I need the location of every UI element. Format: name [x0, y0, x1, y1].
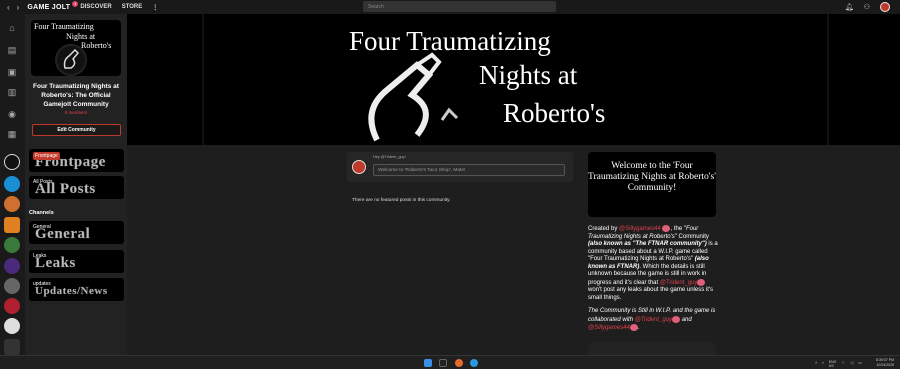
mention-sillygames[interactable]: @Sillygames44 [619, 226, 661, 232]
channel-label-all-posts: All Posts [33, 179, 53, 185]
community-name: Four Traumatizing Nights at Roberto's: T… [33, 83, 119, 108]
tray-lang[interactable]: ENG US [829, 360, 837, 368]
community-avatar [55, 44, 87, 76]
search-input[interactable]: Search [363, 1, 556, 12]
community-banner: Four Traumatizing Nights at Roberto's [127, 14, 900, 145]
channel-all-posts[interactable]: All Posts All Posts [29, 176, 124, 199]
desc-text: and [680, 316, 692, 323]
gamejolt-app-icon[interactable] [439, 359, 447, 367]
sidebar-card-stub [588, 342, 716, 355]
desc-text: . [637, 325, 640, 332]
notification-badge: 1 [72, 0, 79, 7]
welcome-card: Welcome to the 'Four Traumatizing Nights… [588, 152, 716, 217]
thumb-title-line1: Four Traumatizing [34, 22, 94, 31]
store-icon[interactable]: ▤ [6, 44, 18, 56]
channel-label-general: General [33, 224, 51, 230]
bell-icon[interactable]: 🔔︎ [845, 3, 854, 11]
community-icon-2[interactable] [4, 176, 20, 192]
user-badge-icon [697, 278, 706, 286]
edge-icon[interactable] [470, 359, 478, 367]
channel-updates[interactable]: Updates/News updates [29, 278, 124, 301]
user-badge-icon [629, 324, 638, 332]
community-sidebar: Four Traumatizing Nights at Roberto's Fo… [25, 14, 127, 355]
clock[interactable]: 8:39:07 PM 10/24/2025 [876, 358, 894, 368]
user-avatar[interactable] [880, 2, 890, 12]
gamejolt-logo[interactable]: GAME JOLT 1 [27, 0, 79, 11]
channels-heading: Channels [29, 210, 54, 216]
left-rail: ⌂ ▤ ▣ ▥ ◉ ▦ [0, 14, 25, 355]
quests-icon[interactable]: ▥ [6, 86, 18, 98]
windows-start-icon[interactable] [424, 359, 432, 367]
community-icon-10[interactable] [4, 339, 20, 355]
channel-frontpage[interactable]: Frontpage Frontpage [29, 149, 124, 172]
community-icon-9[interactable] [4, 318, 20, 334]
tray-app-icon[interactable]: ▪ [822, 360, 823, 368]
channel-general[interactable]: General General [29, 221, 124, 244]
community-icon-7[interactable] [4, 278, 20, 294]
no-featured-posts: There are no featured posts in this comm… [352, 198, 451, 203]
nav-discover[interactable]: DISCOVER [80, 4, 111, 10]
friends-icon[interactable]: ⚇ [864, 3, 870, 11]
user-badge-icon [672, 315, 681, 323]
desc-aka: (also known as "The FTNAR community") [588, 241, 707, 248]
clock-date: 10/24/2025 [876, 363, 894, 367]
news-icon[interactable]: ▦ [6, 128, 18, 140]
desc-text: Created by [588, 226, 620, 233]
mention-sillygames[interactable]: @Sillygames44 [588, 325, 630, 331]
home-icon[interactable]: ⌂ [6, 22, 18, 34]
banner-hand-art [368, 52, 459, 142]
channel-label-updates: updates [33, 281, 51, 287]
community-icon-4[interactable] [4, 217, 20, 233]
desc-text: won't post any leaks about the game unle… [588, 287, 714, 301]
mention-trident[interactable]: @Trident_guy [660, 280, 698, 286]
banner-title-line2: Nights at [479, 60, 578, 90]
library-icon[interactable]: ▣ [6, 66, 18, 78]
desc-text: " Community [674, 233, 709, 240]
top-navbar: ‹ › GAME JOLT 1 DISCOVER STORE ⋮ Search 🔔… [0, 0, 900, 14]
banner-edge-left [202, 14, 204, 145]
volume-icon[interactable]: ◁ [850, 360, 853, 368]
channel-leaks[interactable]: Leaks Leaks [29, 250, 124, 273]
community-icon-3[interactable] [4, 196, 20, 212]
community-members[interactable]: 9 members [29, 110, 123, 115]
tray-chevron-icon[interactable]: ˄ [815, 360, 817, 368]
community-icon-8[interactable] [4, 298, 20, 314]
back-icon[interactable]: ‹ [7, 3, 10, 12]
tray-region-text: US [828, 364, 834, 368]
composer-avatar [352, 160, 366, 174]
thumb-title-line3: Roberto's [81, 41, 112, 50]
trophies-icon[interactable]: ◉ [6, 108, 18, 120]
community-icon-ftnar[interactable] [4, 154, 20, 170]
battery-icon[interactable]: ▭ [858, 360, 862, 368]
nav-store[interactable]: STORE [122, 4, 143, 10]
desc-text: , the " [670, 226, 686, 233]
community-icon-5[interactable] [4, 237, 20, 253]
os-taskbar: ˄ ▪ ENG US ⌔ ◁ ▭ 8:39:07 PM 10/24/2025 [0, 355, 900, 369]
thumb-title-line2: Nights at [66, 32, 96, 41]
banner-title-line3: Roberto's [503, 98, 606, 128]
forward-icon[interactable]: › [17, 3, 20, 12]
community-description: Created by @Sillygames44 , the "Four Tra… [588, 225, 718, 333]
community-icon-6[interactable] [4, 258, 20, 274]
channel-label-leaks: Leaks [33, 253, 47, 259]
wifi-icon[interactable]: ⌔ [841, 360, 845, 368]
channel-label-frontpage: Frontpage [33, 152, 60, 160]
edit-community-button[interactable]: Edit Community [32, 124, 121, 136]
banner-edge-right [827, 14, 829, 145]
more-menu-icon[interactable]: ⋮ [152, 4, 158, 11]
firefox-icon[interactable] [455, 359, 463, 367]
mention-trident[interactable]: @Trident_guy [635, 317, 672, 323]
post-input[interactable]: Welcome to 'Roberto's Taco Shop', Mate! [373, 164, 565, 176]
post-composer: Hey @Trident_guy! Welcome to 'Roberto's … [347, 152, 573, 182]
composer-greeting: Hey @Trident_guy! [373, 155, 406, 159]
